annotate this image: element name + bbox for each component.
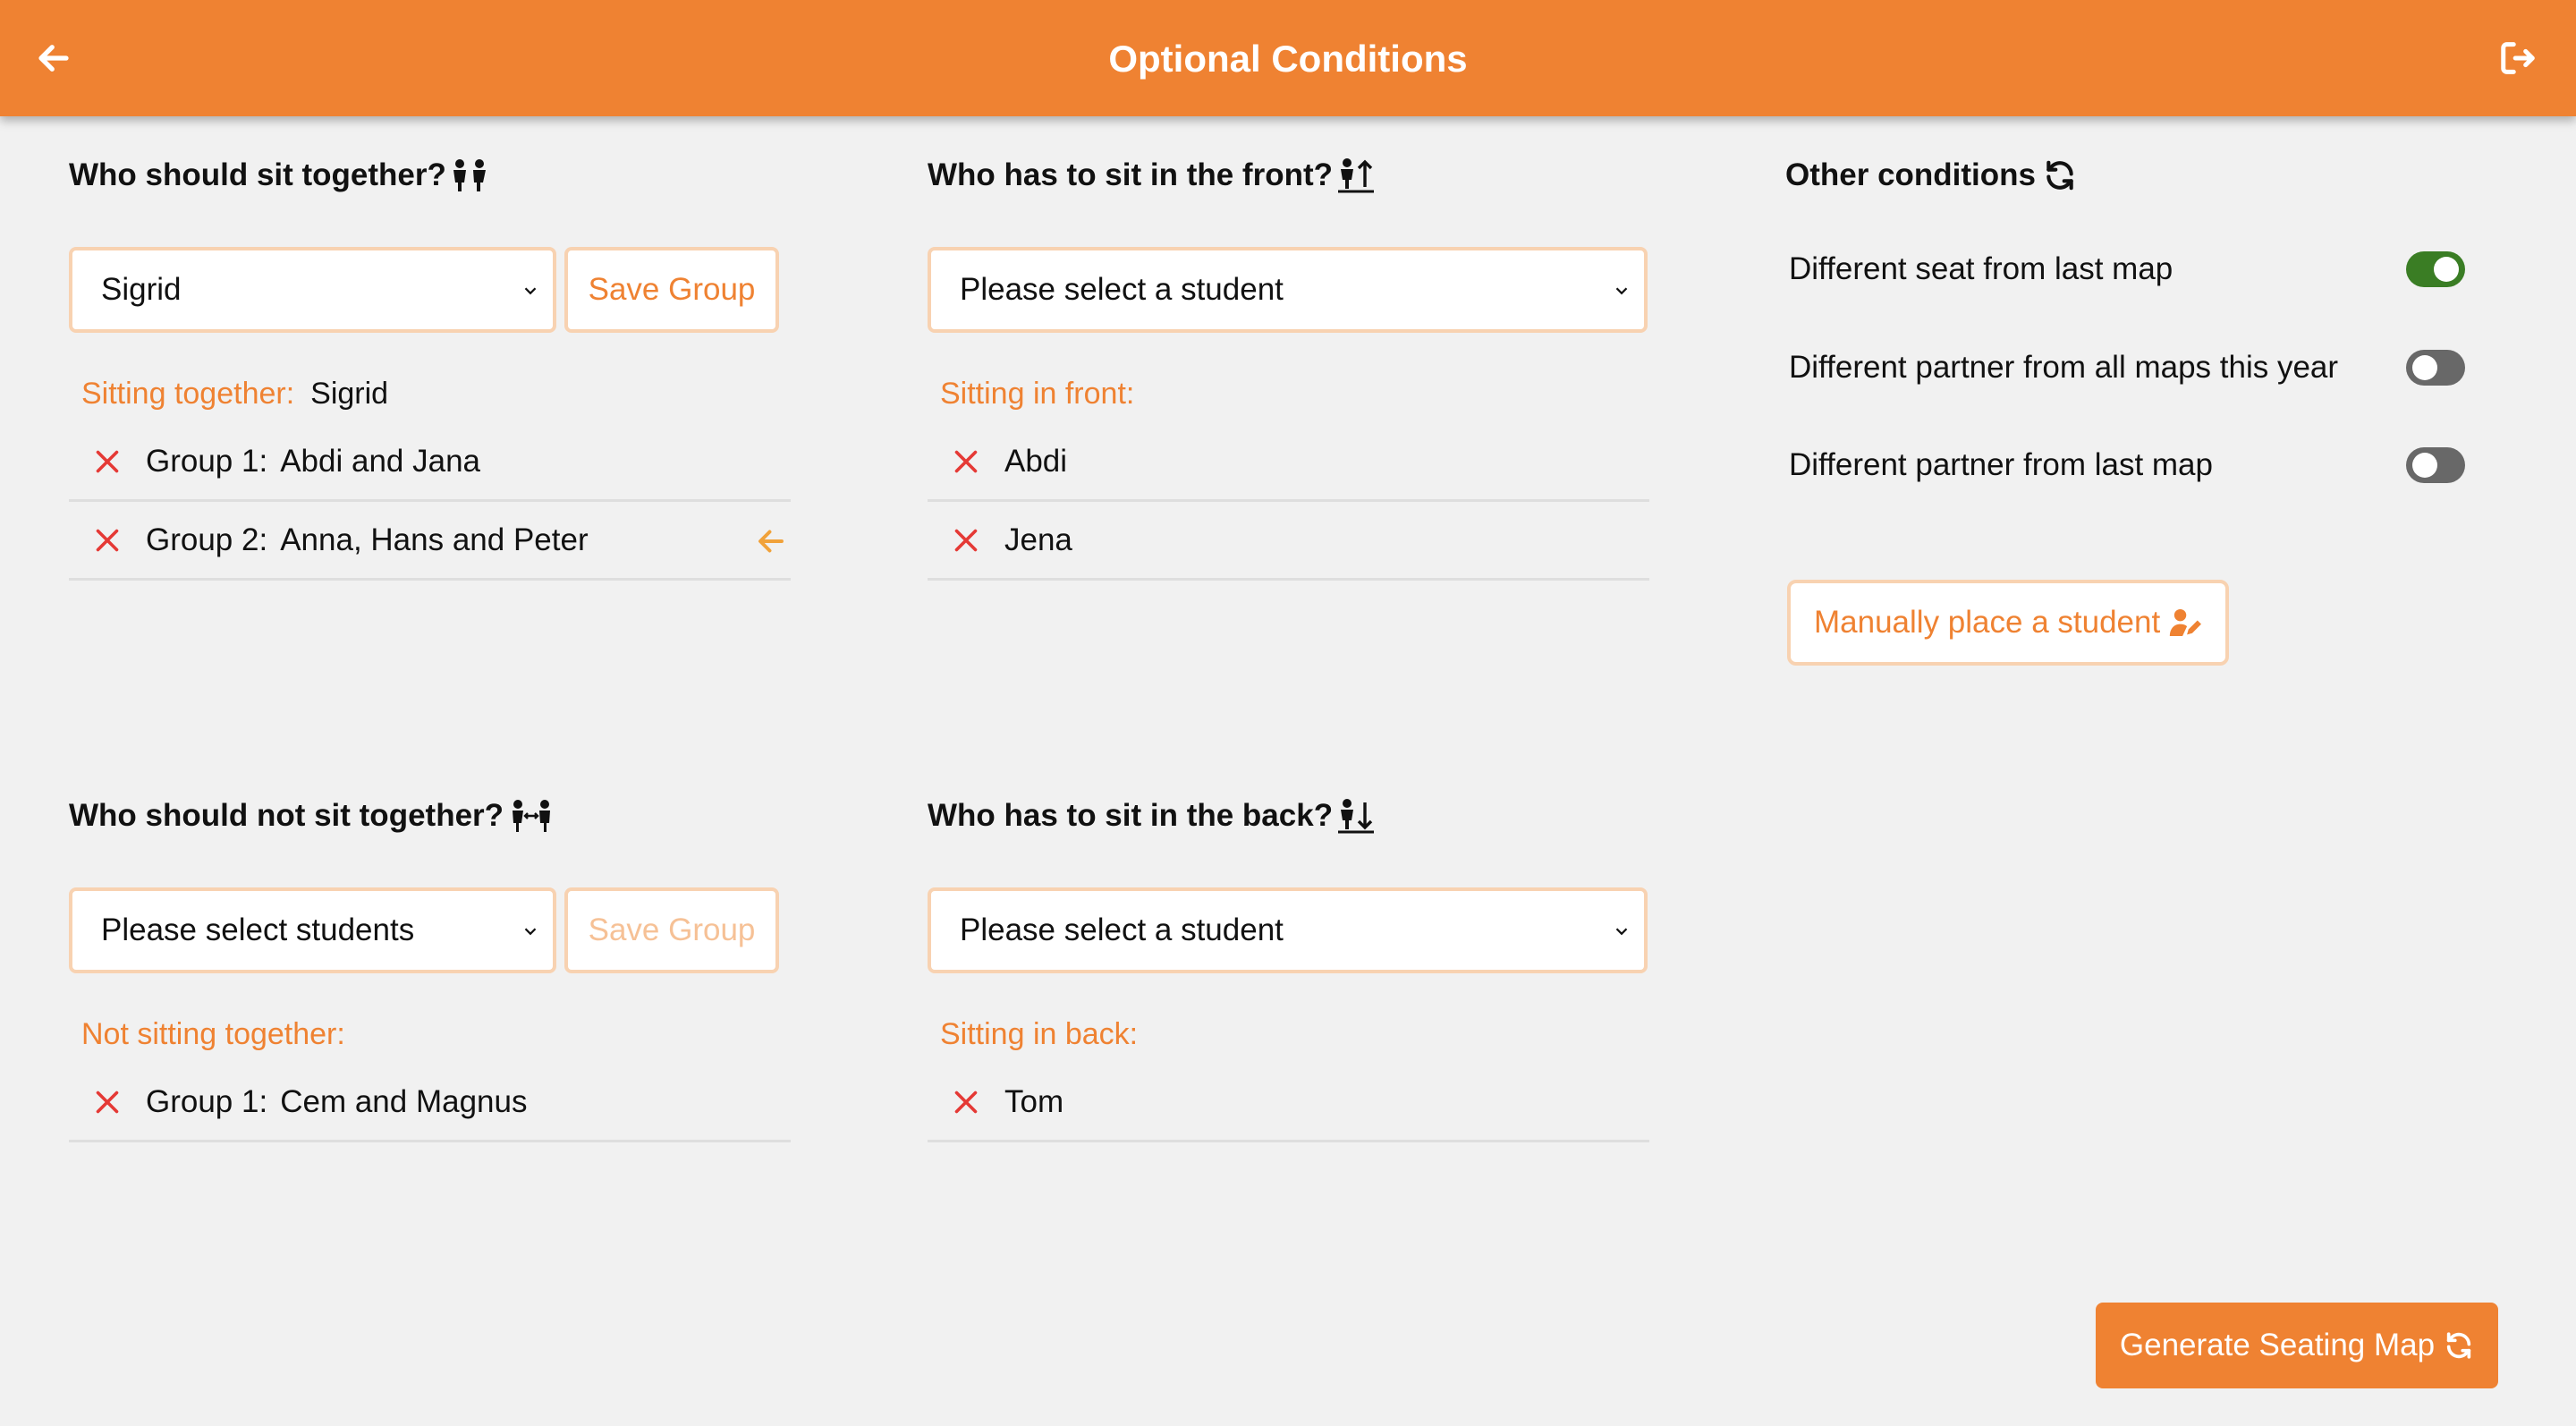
close-icon [96, 450, 119, 472]
remove-back-student-button[interactable] [928, 1086, 1004, 1118]
condition-label: Different partner from all maps this yea… [1789, 350, 2339, 385]
front-student-name: Jena [1004, 522, 1072, 557]
edit-group-2-button[interactable] [755, 525, 787, 562]
sit-back-section: Who has to sit in the back? Please selec… [928, 795, 1652, 1153]
sit-together-select[interactable]: Sigrid [69, 247, 556, 333]
group-1-label: Group 1: [146, 443, 268, 479]
different-partner-last-toggle[interactable] [2406, 447, 2465, 483]
group-1-names: Abdi and Jana [280, 443, 480, 479]
people-together-icon [453, 159, 486, 191]
user-edit-icon [2170, 608, 2202, 637]
table-row: Group 1: Abdi and Jana [69, 423, 791, 502]
not-sitting-together-label: Not sitting together: [81, 1017, 345, 1051]
not-together-title: Who should not sit together? [69, 795, 552, 836]
sit-front-select[interactable]: Please select a student [928, 247, 1648, 333]
generate-seating-map-label: Generate Seating Map [2119, 1328, 2436, 1362]
generate-seating-map-button[interactable]: Generate Seating Map [2096, 1303, 2498, 1388]
person-back-icon [1338, 799, 1375, 834]
chevron-down-icon [524, 928, 537, 936]
manually-place-student-label: Manually place a student [1814, 605, 2161, 640]
chevron-down-icon [1615, 928, 1628, 936]
not-together-save-button[interactable]: Save Group [564, 887, 779, 973]
remove-group-1-button[interactable] [69, 446, 146, 478]
page-title: Optional Conditions [1108, 38, 1468, 80]
chevron-down-icon [524, 287, 537, 295]
back-student-name: Tom [1004, 1083, 1064, 1119]
group-2-label: Group 2: [146, 522, 268, 557]
not-together-select-value: Please select students [101, 912, 415, 947]
sitting-together-label: Sitting together: Sigrid [81, 377, 388, 412]
close-icon [954, 450, 978, 472]
list-item: Jena [928, 502, 1649, 581]
table-row: Group 1: Cem and Magnus [69, 1064, 791, 1142]
sit-together-title-text: Who should sit together? [69, 157, 446, 192]
condition-label: Different seat from last map [1789, 251, 2174, 286]
manually-place-student-button[interactable]: Manually place a student [1787, 580, 2229, 666]
sitting-together-value: Sigrid [310, 377, 389, 411]
remove-front-student-button[interactable] [928, 446, 1004, 478]
refresh-icon [2046, 160, 2073, 191]
remove-group-2-button[interactable] [69, 524, 146, 556]
list-item: Abdi [928, 423, 1649, 502]
sit-front-title: Who has to sit in the front? [928, 155, 1376, 196]
remove-not-together-group-button[interactable] [69, 1086, 146, 1118]
toggle-knob [2434, 257, 2459, 282]
sit-front-title-text: Who has to sit in the front? [928, 157, 1334, 192]
logout-button[interactable] [2492, 31, 2546, 85]
not-together-title-text: Who should not sit together? [69, 798, 504, 833]
front-student-name: Abdi [1004, 443, 1068, 479]
regenerate-icon [2446, 1332, 2471, 1359]
app-header: Optional Conditions [0, 0, 2576, 116]
sit-back-title: Who has to sit in the back? [928, 795, 1376, 836]
logout-icon [2501, 42, 2535, 74]
not-together-group-label: Group 1: [146, 1083, 268, 1119]
condition-row-different-partner-year: Different partner from all maps this yea… [1785, 341, 2465, 395]
sit-together-save-button[interactable]: Save Group [564, 247, 779, 333]
person-front-icon [1338, 158, 1375, 193]
close-icon [96, 529, 119, 551]
sitting-together-label-text: Sitting together: [81, 377, 295, 411]
sit-together-select-value: Sigrid [101, 272, 182, 307]
sit-together-title: Who should sit together? [69, 155, 489, 196]
group-2-names: Anna, Hans and Peter [280, 522, 589, 557]
sit-back-select-value: Please select a student [960, 912, 1284, 947]
sitting-in-front-label: Sitting in front: [940, 377, 1135, 411]
remove-front-student-button[interactable] [928, 524, 1004, 556]
toggle-knob [2412, 355, 2437, 380]
condition-label: Different partner from last map [1789, 447, 2213, 482]
different-seat-toggle[interactable] [2406, 251, 2465, 287]
condition-row-different-seat: Different seat from last map [1785, 242, 2465, 296]
other-conditions-section: Other conditions Different seat from las… [1785, 155, 2470, 692]
close-icon [954, 529, 978, 551]
sit-front-section: Who has to sit in the front? Please sele… [928, 155, 1652, 584]
different-partner-year-toggle[interactable] [2406, 350, 2465, 386]
people-apart-icon [513, 800, 551, 832]
not-together-select[interactable]: Please select students [69, 887, 556, 973]
other-conditions-title: Other conditions [1785, 155, 2077, 196]
condition-row-different-partner-last: Different partner from last map [1785, 438, 2465, 492]
other-conditions-title-text: Other conditions [1785, 157, 2036, 192]
not-together-group-names: Cem and Magnus [280, 1083, 528, 1119]
close-icon [96, 1091, 119, 1113]
list-item: Tom [928, 1064, 1649, 1142]
chevron-down-icon [1615, 287, 1628, 295]
sit-front-select-value: Please select a student [960, 272, 1284, 307]
table-row: Group 2: Anna, Hans and Peter [69, 502, 791, 581]
sit-back-select[interactable]: Please select a student [928, 887, 1648, 973]
toggle-knob [2412, 453, 2437, 478]
not-together-section: Who should not sit together? Please sele… [69, 795, 793, 1153]
sit-back-title-text: Who has to sit in the back? [928, 798, 1334, 833]
arrow-left-icon [758, 530, 784, 553]
close-icon [954, 1091, 978, 1113]
sit-together-section: Who should sit together? Sigrid Save Gro… [69, 155, 793, 584]
sitting-in-back-label: Sitting in back: [940, 1017, 1139, 1051]
